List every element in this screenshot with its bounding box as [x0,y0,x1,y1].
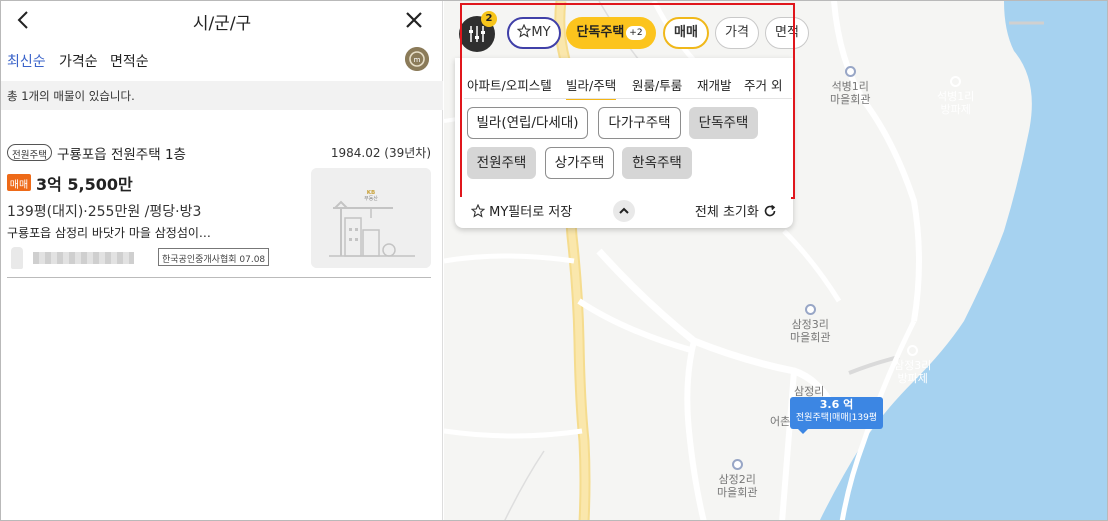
close-icon[interactable] [403,9,425,31]
build-year: 1984.02 (39년차) [330,146,431,160]
listing-thumbnail[interactable]: KB 부동산 [311,168,431,268]
poi-icon [907,345,919,356]
dropdown-footer: MY필터로 저장 전체 초기화 [455,197,791,227]
listing-map-marker[interactable]: 3.6 억 전원주택|매매|139평 [790,397,883,434]
map-label-partial: 어촌 [770,415,791,428]
agency-badge: 한국공인중개사협회 07.08 [158,248,270,266]
app-frame: 시/군/구 최신순 가격순 면적순 m 총 1개의 매물이 있습니다. 전원주택… [0,0,1108,521]
collapse-button[interactable] [613,200,635,222]
poi-icon [731,459,743,470]
deal-type-badge: 매매 [7,174,31,191]
listing-price: 3억 5,500만 [36,175,133,194]
sort-area[interactable]: 면적순 [110,51,149,71]
poi-icon [844,66,856,77]
poi-icon [950,76,962,87]
poi-village-hall-3[interactable]: 삼정3리 마을회관 [790,304,830,344]
refresh-icon[interactable]: m [405,47,429,71]
reset-all-button[interactable]: 전체 초기화 [695,201,777,220]
listing-panel: 시/군/구 최신순 가격순 면적순 m 총 1개의 매물이 있습니다. 전원주택… [1,1,443,520]
poi-village-hall-1[interactable]: 석병1리 마을회관 [830,66,870,106]
refresh-icon [764,204,776,217]
poi-village-hall-2[interactable]: 삼정2리 마을회관 [717,459,757,499]
poi-breakwater-1[interactable]: 석병1리 방파제 [937,76,974,116]
agent-name-redacted [33,252,134,264]
list-divider [7,277,431,278]
listing-spec: 139평(대지)·255만원 /평당·방3 [7,204,202,220]
star-icon [470,203,486,218]
agent-avatar-icon [11,247,23,269]
construction-placeholder-icon: KB 부동산 [311,168,431,268]
sort-latest[interactable]: 최신순 [7,51,46,71]
panel-header: 시/군/구 [1,1,443,39]
save-my-filter-button[interactable]: MY필터로 저장 [470,201,572,220]
listing-item[interactable]: 전원주택 구룡포읍 전원주택 1층 1984.02 (39년차) 매매 3억 5… [1,131,443,277]
property-type-badge: 전원주택 [7,144,52,161]
listing-title: 구룡포읍 전원주택 1층 [57,147,186,163]
highlight-box [460,3,795,199]
poi-breakwater-3[interactable]: 삼정3리 방파제 [894,345,931,385]
listing-description: 구룡포읍 삼정리 바닷가 마을 삼정섬이… [7,226,211,240]
chevron-up-icon [619,207,629,214]
svg-text:m: m [414,56,421,64]
sort-price[interactable]: 가격순 [59,51,98,71]
poi-icon [804,304,816,315]
sort-tabs: 최신순 가격순 면적순 m [1,47,443,75]
marker-price: 3.6 억 [819,398,854,411]
marker-info: 전원주택|매매|139평 [795,413,878,423]
map-view[interactable]: 석병1리 마을회관 석병1리 방파제 삼정3리 마을회관 삼정3리 방파제 삼정… [444,1,1107,520]
panel-title: 시/군/구 [192,14,252,34]
thumb-caption: 부동산 [364,195,378,202]
result-count: 총 1개의 매물이 있습니다. [1,81,443,110]
